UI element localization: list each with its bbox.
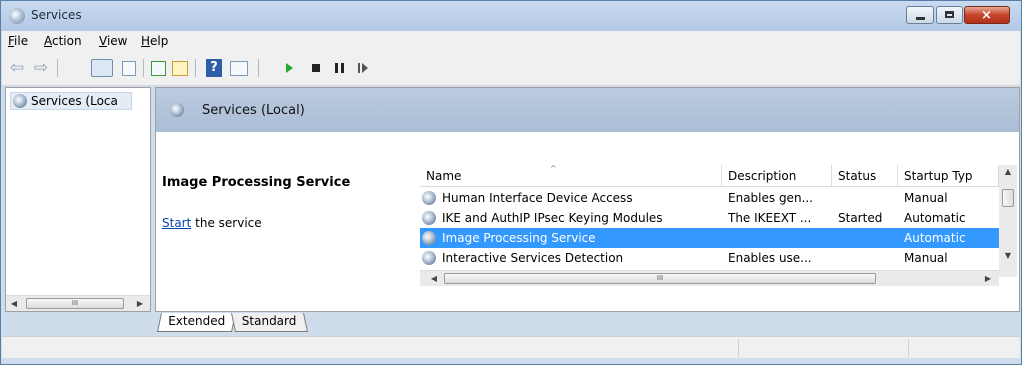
- title-bar[interactable]: Services ×: [1, 1, 1021, 31]
- row-name: Human Interface Device Access: [442, 191, 633, 205]
- export-list-icon[interactable]: [172, 61, 188, 76]
- scroll-down-icon[interactable]: ▼: [999, 249, 1017, 263]
- toolbar-separator: [195, 59, 196, 77]
- services-main-pane: Services (Local) Image Processing Servic…: [155, 87, 1020, 312]
- tab-standard-label: Standard: [241, 314, 297, 328]
- row-description: Enables use...: [728, 251, 812, 265]
- row-startup: Manual: [904, 251, 948, 265]
- show-hide-action-pane-icon[interactable]: [230, 61, 248, 76]
- row-startup: Automatic: [904, 211, 966, 225]
- window-bottom-border: [1, 358, 1021, 364]
- service-gear-icon: [422, 231, 436, 245]
- refresh-icon[interactable]: [151, 61, 166, 76]
- list-vscroll-thumb[interactable]: [1002, 189, 1014, 207]
- column-header-startup-type[interactable]: Startup Typ: [898, 165, 999, 187]
- list-horizontal-scrollbar[interactable]: ◀ III ▶: [420, 270, 999, 286]
- sort-ascending-icon: ^: [550, 165, 557, 173]
- maximize-icon: [945, 11, 954, 18]
- service-gear-icon: [422, 211, 436, 225]
- start-service-link[interactable]: Start: [162, 216, 191, 230]
- close-icon: ×: [981, 8, 992, 23]
- stop-service-icon[interactable]: [312, 64, 320, 72]
- tree-item-label: Services (Loca: [31, 94, 118, 108]
- maximize-button[interactable]: [936, 6, 963, 24]
- main-header: Services (Local): [156, 88, 1019, 132]
- row-name: Interactive Services Detection: [442, 251, 624, 265]
- scroll-right-icon[interactable]: ▶: [980, 271, 996, 286]
- forward-icon[interactable]: ⇨: [32, 59, 50, 77]
- window-title: Services: [31, 8, 82, 22]
- minimize-button[interactable]: [906, 6, 934, 24]
- services-window: Services × File Action View Help ⇦ ⇨ ? S…: [0, 0, 1022, 365]
- column-header-status[interactable]: Status: [832, 165, 898, 187]
- service-action-text: Start the service: [162, 216, 262, 230]
- scroll-left-icon[interactable]: ◀: [6, 296, 22, 311]
- row-name: IKE and AuthIP IPsec Keying Modules: [442, 211, 663, 225]
- service-gear-icon: [422, 191, 436, 205]
- status-cell: [738, 339, 909, 357]
- console-tree: Services (Loca ◀ III ▶: [5, 87, 151, 312]
- service-action-rest: the service: [191, 216, 262, 230]
- scroll-right-icon[interactable]: ▶: [132, 296, 148, 311]
- view-tabs: Extended Standard: [155, 313, 1020, 333]
- menu-help[interactable]: Help: [141, 34, 168, 48]
- row-name: Image Processing Service: [442, 231, 596, 245]
- row-description: The IKEEXT ...: [728, 211, 812, 225]
- tab-extended-label: Extended: [168, 314, 226, 328]
- back-icon[interactable]: ⇦: [8, 59, 26, 77]
- services-gear-icon: [170, 103, 184, 117]
- menu-view[interactable]: View: [99, 34, 127, 48]
- column-name-label: Name: [426, 169, 462, 183]
- restart-service-icon[interactable]: [358, 63, 368, 73]
- toolbar: ⇦ ⇨ ?: [2, 51, 1020, 86]
- pause-service-icon[interactable]: [335, 63, 344, 73]
- row-description: Enables gen...: [728, 191, 813, 205]
- properties-icon[interactable]: [122, 61, 136, 76]
- show-hide-console-tree-icon[interactable]: [91, 59, 113, 77]
- selected-service-title: Image Processing Service: [162, 175, 351, 190]
- list-row[interactable]: Human Interface Device Access Enables ge…: [420, 188, 1000, 208]
- scroll-left-icon[interactable]: ◀: [426, 271, 442, 286]
- services-list: ^ Name Description Status Startup Typ Hu…: [420, 155, 1017, 291]
- close-button[interactable]: ×: [964, 6, 1010, 24]
- menu-action[interactable]: Action: [44, 34, 82, 48]
- help-icon[interactable]: ?: [206, 59, 222, 77]
- start-service-icon[interactable]: [286, 63, 293, 73]
- column-header-description[interactable]: Description: [722, 165, 832, 187]
- list-row-selected[interactable]: Image Processing Service Automatic: [420, 228, 1000, 248]
- tree-item-services-local[interactable]: Services (Loca: [10, 92, 132, 110]
- list-row[interactable]: IKE and AuthIP IPsec Keying Modules The …: [420, 208, 1000, 228]
- tree-scroll-thumb[interactable]: III: [26, 298, 124, 309]
- row-startup: Automatic: [904, 231, 966, 245]
- list-hscroll-thumb[interactable]: III: [444, 273, 876, 284]
- tree-horizontal-scrollbar[interactable]: ◀ III ▶: [6, 295, 150, 311]
- services-gear-icon: [13, 94, 27, 108]
- toolbar-separator: [57, 59, 58, 77]
- services-app-icon: [9, 8, 25, 24]
- scroll-up-icon[interactable]: ▲: [999, 165, 1017, 179]
- list-row[interactable]: Interactive Services Detection Enables u…: [420, 248, 1000, 268]
- toolbar-separator: [258, 59, 259, 77]
- list-vertical-scrollbar[interactable]: ▲ ▼: [999, 165, 1017, 277]
- menu-file[interactable]: File: [8, 34, 28, 48]
- menu-bar: File Action View Help: [2, 31, 1020, 51]
- row-startup: Manual: [904, 191, 948, 205]
- extended-description-panel: Image Processing Service Start the servi…: [156, 132, 414, 287]
- main-header-title: Services (Local): [202, 103, 305, 118]
- status-cell: [908, 339, 1019, 357]
- tab-standard[interactable]: Standard: [230, 313, 308, 332]
- service-gear-icon: [422, 251, 436, 265]
- minimize-icon: [916, 17, 925, 20]
- row-status: Started: [838, 211, 883, 225]
- toolbar-separator: [143, 59, 144, 77]
- status-bar: [2, 336, 1020, 359]
- tab-extended[interactable]: Extended: [156, 313, 237, 332]
- column-header-name[interactable]: ^ Name: [420, 165, 722, 187]
